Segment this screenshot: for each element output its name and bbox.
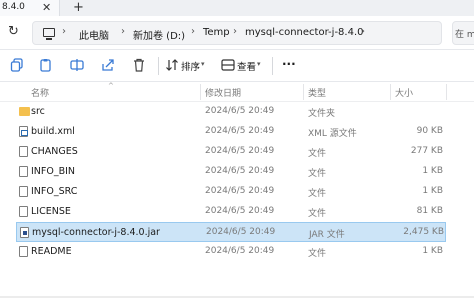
file-row[interactable]: build.xml 2024/6/5 20:49 XML 源文件 90 KB (16, 122, 446, 142)
file-type: 文件 (308, 149, 327, 159)
pc-icon (43, 28, 55, 40)
chevron-down-icon[interactable]: ▾ (201, 60, 205, 68)
file-type: 文件 (308, 189, 327, 199)
address-row: ↻ › 此电脑 › 新加卷 (D:) › Temp › mysql-connec… (0, 16, 474, 50)
column-divider[interactable] (200, 84, 201, 100)
file-name: src (31, 106, 45, 117)
file-type: 文件 (308, 209, 327, 219)
breadcrumb-temp[interactable]: Temp (203, 27, 230, 38)
file-name: INFO_SRC (31, 186, 78, 197)
file-size: 277 KB (410, 146, 443, 156)
tab-mysql-connector[interactable]: 8.4.0 ✕ (0, 0, 60, 16)
breadcrumb-mysql-connector[interactable]: mysql-connector-j-8.4.0 (245, 27, 364, 38)
file-date: 2024/6/5 20:49 (205, 206, 275, 216)
view-icon[interactable] (220, 58, 236, 74)
rename-icon[interactable] (69, 58, 85, 74)
file-row[interactable]: INFO_BIN 2024/6/5 20:49 文件 1 KB (16, 162, 446, 182)
column-header: 名称 修改日期 类型 大小 (0, 82, 474, 102)
file-size: 1 KB (422, 246, 443, 256)
column-divider[interactable] (390, 84, 391, 100)
doc-icon (19, 146, 28, 157)
file-row[interactable]: LICENSE 2024/6/5 20:49 文件 81 KB (16, 202, 446, 222)
search-input[interactable]: 在 m (452, 21, 474, 45)
xml-icon (19, 126, 28, 137)
file-size: 2,475 KB (403, 227, 444, 237)
file-name: LICENSE (31, 206, 71, 217)
file-date: 2024/6/5 20:49 (205, 126, 275, 136)
new-tab-icon[interactable]: + (73, 0, 84, 15)
refresh-icon[interactable]: ↻ (8, 24, 19, 39)
file-type: 文件 (308, 169, 327, 179)
doc-icon (19, 166, 28, 177)
column-divider[interactable] (446, 84, 447, 100)
column-size[interactable]: 大小 (395, 86, 413, 99)
breadcrumb-drive-d[interactable]: 新加卷 (D:) (133, 27, 185, 42)
breadcrumb-this-pc[interactable]: 此电脑 (79, 27, 109, 42)
view-label[interactable]: 查看 (237, 59, 256, 73)
search-placeholder: 在 m (455, 30, 474, 40)
file-date: 2024/6/5 20:49 (205, 146, 275, 156)
file-type: 文件 (308, 249, 327, 259)
tab-bar: 8.4.0 ✕ + (0, 0, 474, 16)
share-icon[interactable] (100, 58, 116, 74)
doc-icon (19, 186, 28, 197)
file-row[interactable]: src 2024/6/5 20:49 文件夹 (16, 102, 446, 122)
column-divider[interactable] (303, 84, 304, 100)
file-type: JAR 文件 (309, 230, 345, 240)
jar-icon (20, 227, 29, 238)
sort-label[interactable]: 排序 (181, 59, 200, 73)
toolbar-divider (158, 57, 159, 75)
file-name: mysql-connector-j-8.4.0.jar (32, 227, 160, 238)
tab-title: 8.4.0 (2, 2, 25, 12)
file-row[interactable]: README 2024/6/5 20:49 文件 1 KB (16, 242, 446, 262)
address-bar[interactable]: › 此电脑 › 新加卷 (D:) › Temp › mysql-connecto… (32, 21, 442, 45)
file-date: 2024/6/5 20:49 (206, 227, 276, 237)
doc-icon (19, 246, 28, 257)
paste-icon[interactable] (38, 58, 54, 74)
file-date: 2024/6/5 20:49 (205, 246, 275, 256)
chevron-right-icon[interactable]: › (191, 26, 195, 37)
file-type: XML 源文件 (308, 129, 357, 139)
chevron-right-icon[interactable]: › (233, 26, 237, 37)
file-name: INFO_BIN (31, 166, 76, 177)
chevron-right-icon[interactable]: › (361, 26, 365, 37)
file-row[interactable]: mysql-connector-j-8.4.0.jar 2024/6/5 20:… (16, 222, 446, 242)
file-name: CHANGES (31, 146, 78, 157)
file-name: README (31, 246, 72, 257)
column-type[interactable]: 类型 (308, 86, 326, 99)
chevron-down-icon[interactable]: ▾ (257, 60, 261, 68)
file-size: 90 KB (416, 126, 443, 136)
file-name: build.xml (31, 126, 75, 137)
folder-icon (19, 107, 30, 116)
column-date[interactable]: 修改日期 (205, 86, 241, 99)
file-row[interactable]: CHANGES 2024/6/5 20:49 文件 277 KB (16, 142, 446, 162)
column-name[interactable]: 名称 (31, 86, 49, 99)
doc-icon (19, 206, 28, 217)
file-size: 1 KB (422, 186, 443, 196)
delete-icon[interactable] (131, 58, 147, 74)
copy-icon[interactable] (9, 58, 25, 74)
sort-icon[interactable] (164, 58, 180, 74)
chevron-right-icon[interactable]: › (121, 26, 125, 37)
file-size: 81 KB (416, 206, 443, 216)
file-size: 1 KB (422, 166, 443, 176)
close-icon[interactable]: ✕ (42, 1, 51, 14)
file-type: 文件夹 (308, 109, 336, 119)
command-bar: 排序 ▾ 查看 ▾ ··· (0, 50, 474, 82)
toolbar-divider (272, 57, 273, 75)
chevron-right-icon[interactable]: › (62, 26, 66, 37)
file-date: 2024/6/5 20:49 (205, 166, 275, 176)
file-date: 2024/6/5 20:49 (205, 186, 275, 196)
more-options-icon[interactable]: ··· (282, 57, 296, 71)
file-date: 2024/6/5 20:49 (205, 106, 275, 116)
file-row[interactable]: INFO_SRC 2024/6/5 20:49 文件 1 KB (16, 182, 446, 202)
sort-indicator-icon: ^ (108, 82, 114, 90)
